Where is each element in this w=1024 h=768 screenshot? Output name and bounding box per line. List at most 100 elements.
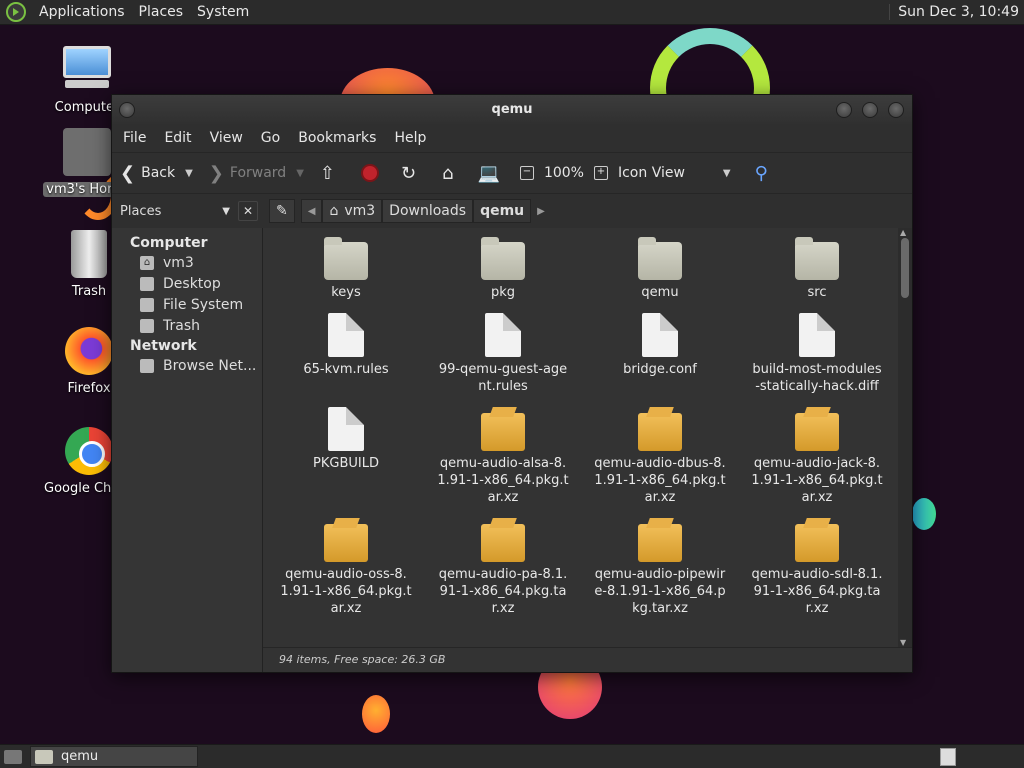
folder-item[interactable]: src <box>742 236 892 301</box>
arrow-left-icon: ❮ <box>120 162 136 184</box>
clock[interactable]: Sun Dec 3, 10:49 <box>889 4 1024 20</box>
search-button[interactable]: ⚲ <box>755 163 774 184</box>
computer-icon <box>63 46 111 94</box>
workspace-switcher[interactable] <box>940 747 956 766</box>
file-item[interactable]: qemu-audio-dbus-8.1.91-1-x86_64.pkg.tar.… <box>585 407 735 506</box>
home-icon: ⌂ <box>442 162 454 184</box>
minimize-button[interactable] <box>836 101 852 118</box>
reload-button[interactable]: ↻ <box>401 163 422 184</box>
sidebar-item-vm3[interactable]: ⌂ vm3 <box>112 253 262 274</box>
forward-button[interactable]: ❯ Forward ▼ <box>209 163 304 184</box>
places-menu[interactable]: Places <box>132 4 191 20</box>
breadcrumb-downloads[interactable]: Downloads <box>382 199 474 223</box>
file-item[interactable]: 65-kvm.rules <box>271 313 421 378</box>
package-icon <box>481 524 525 562</box>
chevron-down-icon[interactable]: ▼ <box>296 168 304 179</box>
arrow-right-icon: ❯ <box>208 162 224 184</box>
file-item[interactable]: build-most-modules-statically-hack.diff <box>742 313 892 395</box>
sidebar-item-label: Trash <box>163 318 200 334</box>
view-mode-label: Icon View <box>617 165 685 181</box>
sidebar-item-label: File System <box>163 297 244 313</box>
maximize-button[interactable] <box>862 101 878 118</box>
window-title: qemu <box>491 102 533 117</box>
taskbar-item-label: qemu <box>61 749 99 764</box>
file-item[interactable]: qemu-audio-sdl-8.1.91-1-x86_64.pkg.tar.x… <box>742 518 892 617</box>
breadcrumb-label: qemu <box>480 203 525 219</box>
reload-icon: ↻ <box>401 162 417 184</box>
sidebar-item-browse-network[interactable]: Browse Net... <box>112 356 262 377</box>
drive-icon <box>140 298 154 312</box>
menu-file[interactable]: File <box>114 130 155 146</box>
file-item[interactable]: qemu-audio-pa-8.1.91-1-x86_64.pkg.tar.xz <box>428 518 578 617</box>
file-item[interactable]: bridge.conf <box>585 313 735 378</box>
package-icon <box>638 413 682 451</box>
trash-icon <box>71 230 107 278</box>
sidebar-item-filesystem[interactable]: File System <box>112 295 262 316</box>
zoom-out-button[interactable]: − <box>519 166 534 180</box>
file-item[interactable]: qemu-audio-jack-8.1.91-1-x86_64.pkg.tar.… <box>742 407 892 506</box>
chevron-right-icon: ▶ <box>537 205 545 217</box>
sidebar-item-trash[interactable]: Trash <box>112 316 262 337</box>
view-mode-select[interactable]: Icon View ▼ <box>618 165 731 181</box>
window-titlebar[interactable]: qemu <box>112 95 912 124</box>
computer-button[interactable]: 💻 <box>478 163 506 184</box>
file-item[interactable]: qemu-audio-pipewire-8.1.91-1-x86_64.pkg.… <box>585 518 735 617</box>
scroll-down-icon[interactable]: ▼ <box>900 638 906 647</box>
file-name: PKGBUILD <box>313 456 379 471</box>
file-item[interactable]: 99-qemu-guest-agent.rules <box>428 313 578 395</box>
taskbar-item-qemu[interactable]: qemu <box>30 746 198 767</box>
zoom-in-icon: + <box>593 166 608 180</box>
breadcrumb-right-arrow[interactable]: ▶ <box>531 199 551 223</box>
folder-icon <box>638 237 682 280</box>
breadcrumb-label: Downloads <box>389 203 467 219</box>
home-button[interactable]: ⌂ <box>442 163 459 184</box>
bottom-panel: qemu <box>0 744 1024 768</box>
package-icon <box>795 413 839 451</box>
menu-help[interactable]: Help <box>385 130 435 146</box>
chevron-down-icon[interactable]: ▼ <box>185 168 193 179</box>
stop-button[interactable] <box>361 164 379 182</box>
file-item[interactable]: qemu-audio-oss-8.1.91-1-x86_64.pkg.tar.x… <box>271 518 421 617</box>
edit-location-button[interactable]: ✎ <box>269 199 295 223</box>
file-name: src <box>807 285 827 300</box>
close-sidebar-icon[interactable]: ✕ <box>238 201 258 221</box>
vertical-scrollbar[interactable]: ▲ ▼ <box>898 228 912 647</box>
toolbar: ❮ Back ▼ ❯ Forward ▼ ⇧ ↻ ⌂ 💻 − 100% + Ic… <box>112 152 912 194</box>
file-item[interactable]: PKGBUILD <box>271 407 421 472</box>
show-desktop-icon[interactable] <box>4 749 22 764</box>
file-name: qemu-audio-pa-8.1.91-1-x86_64.pkg.tar.xz <box>438 567 568 616</box>
folder-item[interactable]: pkg <box>428 236 578 301</box>
scroll-up-icon[interactable]: ▲ <box>900 228 906 237</box>
file-name: qemu-audio-alsa-8.1.91-1-x86_64.pkg.tar.… <box>437 456 569 505</box>
breadcrumb-qemu[interactable]: qemu <box>473 199 532 223</box>
pencil-icon: ✎ <box>276 203 288 219</box>
applications-menu[interactable]: Applications <box>32 4 132 20</box>
window-menu-button[interactable] <box>119 101 135 118</box>
folder-item[interactable]: qemu <box>585 236 735 301</box>
close-button[interactable] <box>888 101 904 118</box>
file-manager-window: qemu File Edit View Go Bookmarks Help ❮ … <box>111 94 913 673</box>
menu-edit[interactable]: Edit <box>155 130 200 146</box>
places-sidebar: Computer ⌂ vm3 Desktop File System Trash … <box>112 228 263 672</box>
scrollbar-thumb[interactable] <box>901 238 909 298</box>
menu-bookmarks[interactable]: Bookmarks <box>289 130 385 146</box>
file-name: 99-qemu-guest-agent.rules <box>438 362 568 394</box>
zoom-level[interactable]: 100% <box>544 165 584 181</box>
document-icon <box>642 313 678 357</box>
file-name: 65-kvm.rules <box>303 362 389 377</box>
zoom-in-button[interactable]: + <box>593 166 608 180</box>
distro-logo-icon[interactable] <box>6 2 26 22</box>
places-selector[interactable]: Places ▼ ✕ <box>112 201 258 221</box>
sidebar-item-label: vm3 <box>163 255 194 271</box>
breadcrumb-vm3[interactable]: ⌂ vm3 <box>322 199 383 223</box>
file-view: keys pkg qemu src 65-kvm.rules 99-qemu-guest-… <box>263 228 912 672</box>
menu-go[interactable]: Go <box>252 130 289 146</box>
breadcrumb-left-arrow[interactable]: ◀ <box>300 199 323 223</box>
system-menu[interactable]: System <box>190 4 256 20</box>
file-item[interactable]: qemu-audio-alsa-8.1.91-1-x86_64.pkg.tar.… <box>428 407 578 506</box>
menu-view[interactable]: View <box>201 130 252 146</box>
back-button[interactable]: ❮ Back ▼ <box>120 163 193 184</box>
sidebar-item-desktop[interactable]: Desktop <box>112 274 262 295</box>
up-button[interactable]: ⇧ <box>320 163 341 184</box>
folder-item[interactable]: keys <box>271 236 421 301</box>
